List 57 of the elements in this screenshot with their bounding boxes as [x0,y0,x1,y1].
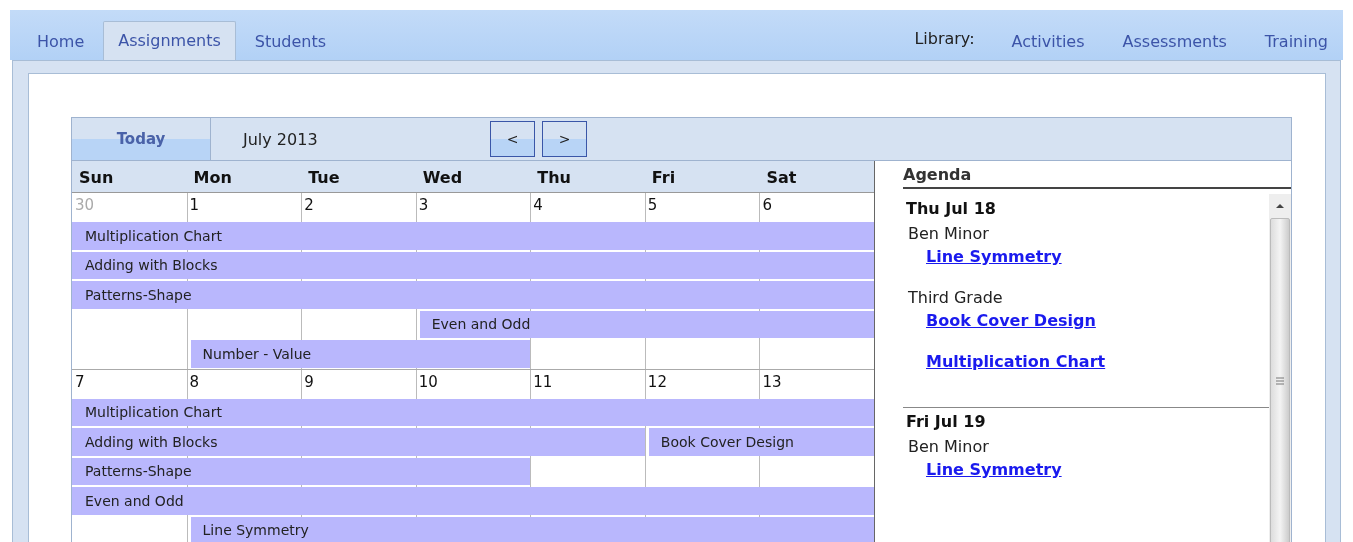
assignment-link[interactable]: Book Cover Design [926,311,1096,330]
scrollbar[interactable] [1269,194,1291,542]
assignment-event[interactable]: Adding with Blocks [72,251,874,279]
weekday-label: Tue [307,167,341,189]
month-title: July 2013 [243,129,319,149]
day-number: 9 [303,371,315,393]
day-number: 7 [74,371,86,393]
assignment-event[interactable]: Even and Odd [72,487,874,515]
nav-tab[interactable]: Students [239,21,342,60]
assignment-event[interactable]: Multiplication Chart [72,398,874,426]
assignment-event[interactable]: Adding with Blocks [72,428,645,456]
assignment-event[interactable]: Patterns-Shape [72,281,874,309]
assignment-event[interactable]: Even and Odd [419,310,874,338]
weekday-label: Sat [765,167,798,189]
day-number: 2 [303,195,315,216]
weekday-label: Sun [78,167,115,189]
weekday-label: Wed [421,167,464,189]
assignment-link[interactable]: Multiplication Chart [926,352,1106,371]
day-number: 13 [761,371,783,393]
day-number: 6 [761,195,773,216]
assignment-event[interactable]: Patterns-Shape [72,457,531,485]
assignment-event[interactable]: Line Symmetry [190,516,874,542]
day-number: 11 [532,371,554,393]
assignment-link[interactable]: Line Symmetry [926,460,1062,479]
weekday-label: Fri [650,167,677,189]
day-number: 5 [646,195,659,216]
scrollbar-thumb[interactable] [1270,218,1290,542]
previous-button[interactable]: < [490,121,535,157]
nav-tab[interactable]: Assignments [103,21,236,60]
day-number: 1 [188,195,201,216]
day-number: 12 [646,371,668,393]
library-link[interactable]: Activities [996,21,1100,60]
scroll-up-icon[interactable] [1275,202,1285,210]
library-link[interactable]: Training [1249,21,1343,60]
next-button[interactable]: > [542,121,587,157]
library-label: Library: [914,29,976,50]
day-number: 30 [74,195,96,216]
library-link[interactable]: Assessments [1107,21,1242,60]
agenda-date: Fri Jul 19 [906,412,987,431]
grip-icon [1275,376,1285,386]
assignment-link[interactable]: Line Symmetry [926,247,1062,266]
agenda-date: Thu Jul 18 [906,199,997,218]
day-number: 4 [532,195,544,216]
weekday-label: Mon [192,167,233,189]
student-name: Ben Minor [908,224,990,243]
assignment-event[interactable]: Number - Value [190,340,531,368]
day-number: 3 [417,195,430,216]
assignment-event[interactable]: Book Cover Design [648,428,874,456]
assignment-event[interactable]: Multiplication Chart [72,222,874,250]
student-name: Ben Minor [908,437,990,456]
today-button[interactable]: Today [72,118,211,160]
student-name: Third Grade [908,288,1004,307]
agenda-title: Agenda [903,165,1291,189]
nav-tab[interactable]: Home [22,21,100,60]
day-number: 8 [188,371,201,393]
weekday-label: Thu [536,167,572,189]
day-number: 10 [417,371,439,393]
